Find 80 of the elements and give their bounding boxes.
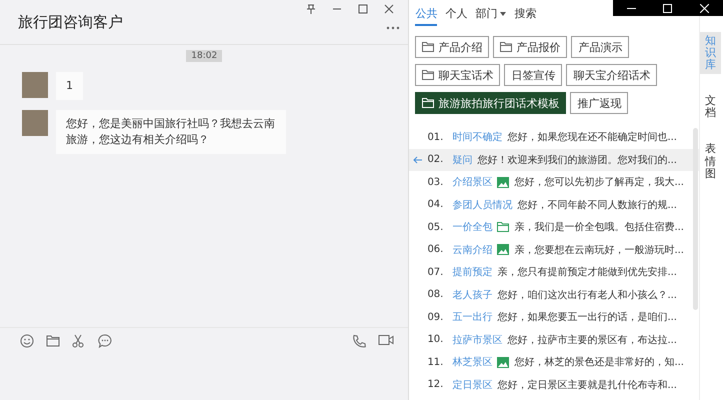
item-title: 提前预定 <box>452 266 492 280</box>
item-title: 云南介绍 <box>452 244 492 257</box>
avatar-placeholder <box>22 110 48 136</box>
category-button[interactable]: 产品介绍 <box>415 36 490 58</box>
timestamp: 18:02 <box>186 50 222 62</box>
item-preview: 您好，如果您要五一出行的话，是咱们... <box>497 310 677 324</box>
side-tab[interactable]: 表情图 <box>700 140 722 183</box>
item-number: 12. <box>427 379 444 390</box>
item-preview: 您好，咱们这次出行有老人和小孩么？... <box>497 288 677 302</box>
item-title: 介绍景区 <box>452 176 492 190</box>
item-preview: 亲，您只有提前预定才能做到优先安排... <box>497 266 677 280</box>
item-preview: 您好，拉萨市主要的景区有，布达拉... <box>507 334 677 347</box>
item-number: 08. <box>427 289 444 300</box>
script-item[interactable]: 01. 时间不确定 您好，如果您现在还不能确定时间也... <box>409 126 700 148</box>
category-button[interactable]: 产品演示 <box>571 36 630 58</box>
item-title: 老人孩子 <box>452 288 492 302</box>
scissors-icon[interactable] <box>72 334 86 348</box>
script-item[interactable]: 02. 疑问 您好！欢迎来到我们的旅游团。您对我们的... <box>409 148 700 171</box>
category-button[interactable]: 产品报价 <box>493 36 568 58</box>
script-item[interactable]: 06. 云南介绍 亲，您要想在云南玩好，一般游玩时... <box>409 238 700 261</box>
tab[interactable]: 部门 <box>475 4 506 26</box>
window-title: 旅行团咨询客户 <box>18 12 123 32</box>
more-icon[interactable] <box>386 26 400 30</box>
script-item[interactable]: 10. 拉萨市景区 您好，拉萨市主要的景区有，布达拉... <box>409 328 700 351</box>
item-preview: 您好，您可以先初步了解再定，我大... <box>514 176 684 190</box>
avatar-placeholder <box>22 72 48 98</box>
item-number: 01. <box>427 132 444 143</box>
item-title: 五一出行 <box>452 310 492 324</box>
item-number: 06. <box>427 244 444 256</box>
tab[interactable]: 个人 <box>445 4 468 26</box>
item-title: 一价全包 <box>452 221 492 234</box>
tab[interactable]: 公共 <box>415 4 438 26</box>
script-item[interactable]: 09. 五一出行 您好，如果您要五一出行的话，是咱们... <box>409 306 700 328</box>
item-title: 拉萨市景区 <box>452 334 502 347</box>
item-title: 疑问 <box>452 154 472 167</box>
chat-bubble-icon[interactable] <box>98 334 112 348</box>
item-number: 04. <box>427 199 444 210</box>
pin-icon[interactable] <box>306 4 316 14</box>
item-title: 林芝景区 <box>452 356 492 370</box>
script-item[interactable]: 05. 一价全包 亲，我们是一价全包哦。包括住宿费... <box>409 216 700 238</box>
scrollbar[interactable] <box>693 128 698 310</box>
item-preview: 亲，我们是一价全包哦。包括住宿费... <box>514 220 684 234</box>
folder-icon[interactable] <box>46 334 60 347</box>
item-number: 09. <box>427 312 444 323</box>
item-preview: 您好，如果您现在还不能确定时间也... <box>507 130 677 144</box>
item-number: 07. <box>427 266 444 278</box>
script-item[interactable]: 11. 林芝景区 您好，林芝的景色还是非常好的，知... <box>409 351 700 374</box>
item-preview: 您好，林芝的景色还是非常好的，知... <box>514 356 684 370</box>
message-bubble: 您好，您是美丽中国旅行社吗？我想去云南旅游，您这边有相关介绍吗？ <box>56 110 286 154</box>
item-title: 参团人员情况 <box>452 198 512 212</box>
item-number: 05. <box>427 222 444 233</box>
item-number: 03. <box>427 176 444 188</box>
item-preview: 您好，定日景区主要就是扎什伦布寺和... <box>497 378 677 392</box>
category-button[interactable]: 日签宣传 <box>504 64 562 86</box>
script-item[interactable]: 07. 提前预定 亲，您只有提前预定才能做到优先安排... <box>409 261 700 284</box>
item-number: 11. <box>427 356 444 368</box>
item-preview: 您好，不同年龄不同人数旅行的规... <box>517 198 677 212</box>
item-number: 10. <box>427 334 444 346</box>
phone-icon[interactable] <box>352 334 366 348</box>
video-camera-icon[interactable] <box>378 334 394 346</box>
maximize-icon[interactable] <box>358 4 368 14</box>
script-item[interactable]: 04. 参团人员情况 您好，不同年龄不同人数旅行的规... <box>409 194 700 216</box>
tab[interactable]: 搜索 <box>514 4 536 26</box>
item-preview: 亲，您要想在云南玩好，一般游玩时... <box>514 244 684 257</box>
item-title: 时间不确定 <box>452 130 502 144</box>
item-title: 定日景区 <box>452 378 492 392</box>
message-bubble: 1 <box>56 72 83 100</box>
item-preview: 您好！欢迎来到我们的旅游团。您对我们的... <box>477 154 677 167</box>
category-button[interactable]: 旅游旅拍旅行团话术模板 <box>415 92 566 114</box>
category-button[interactable]: 推广返现 <box>570 92 628 114</box>
category-button[interactable]: 聊天宝介绍话术 <box>566 64 658 86</box>
script-item[interactable]: 03. 介绍景区 您好，您可以先初步了解再定，我大... <box>409 171 700 194</box>
category-button[interactable]: 聊天宝话术 <box>415 64 500 86</box>
side-tab[interactable]: 文档 <box>700 92 722 122</box>
script-item[interactable]: 08. 老人孩子 您好，咱们这次出行有老人和小孩么？... <box>409 284 700 306</box>
emoji-icon[interactable] <box>20 334 34 348</box>
item-number: 02. <box>427 154 444 166</box>
arrow-left-icon[interactable] <box>413 156 422 164</box>
close-icon[interactable] <box>384 4 394 14</box>
script-item[interactable]: 12. 定日景区 您好，定日景区主要就是扎什伦布寺和... <box>409 374 700 396</box>
